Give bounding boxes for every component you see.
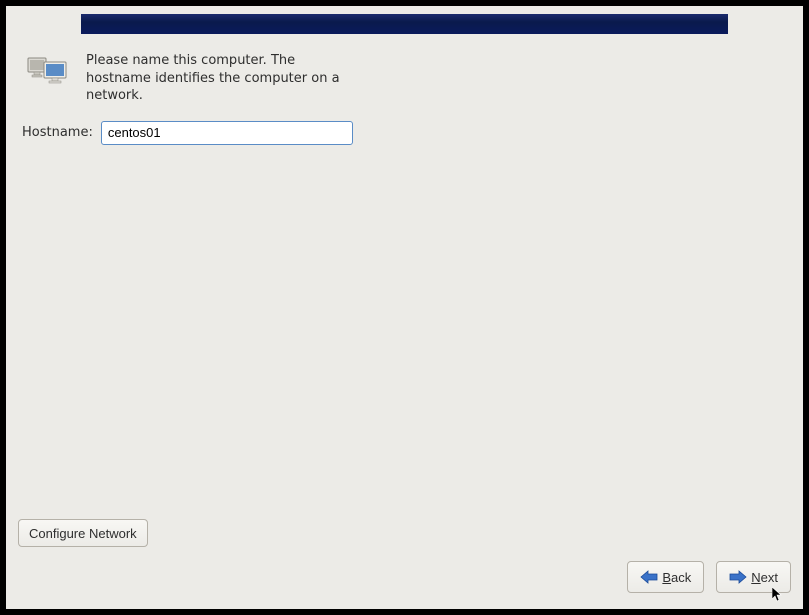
configure-network-button[interactable]: Configure Network: [18, 519, 148, 547]
computer-icon: [26, 52, 74, 92]
back-label: Back: [662, 570, 691, 585]
content-area: Please name this computer. The hostname …: [6, 34, 803, 609]
arrow-left-icon: [640, 570, 658, 584]
back-button[interactable]: Back: [627, 561, 704, 593]
next-button[interactable]: Next: [716, 561, 791, 593]
installer-window: Please name this computer. The hostname …: [6, 6, 803, 609]
nav-row: Back Next: [627, 561, 791, 593]
header-banner: [81, 14, 728, 34]
intro-row: Please name this computer. The hostname …: [18, 52, 791, 105]
hostname-row: Hostname:: [18, 121, 791, 145]
arrow-right-icon: [729, 570, 747, 584]
configure-network-label: Configure Network: [29, 526, 137, 541]
intro-text: Please name this computer. The hostname …: [86, 52, 346, 105]
hostname-label: Hostname:: [22, 125, 93, 140]
hostname-input[interactable]: [101, 121, 353, 145]
next-label: Next: [751, 570, 778, 585]
